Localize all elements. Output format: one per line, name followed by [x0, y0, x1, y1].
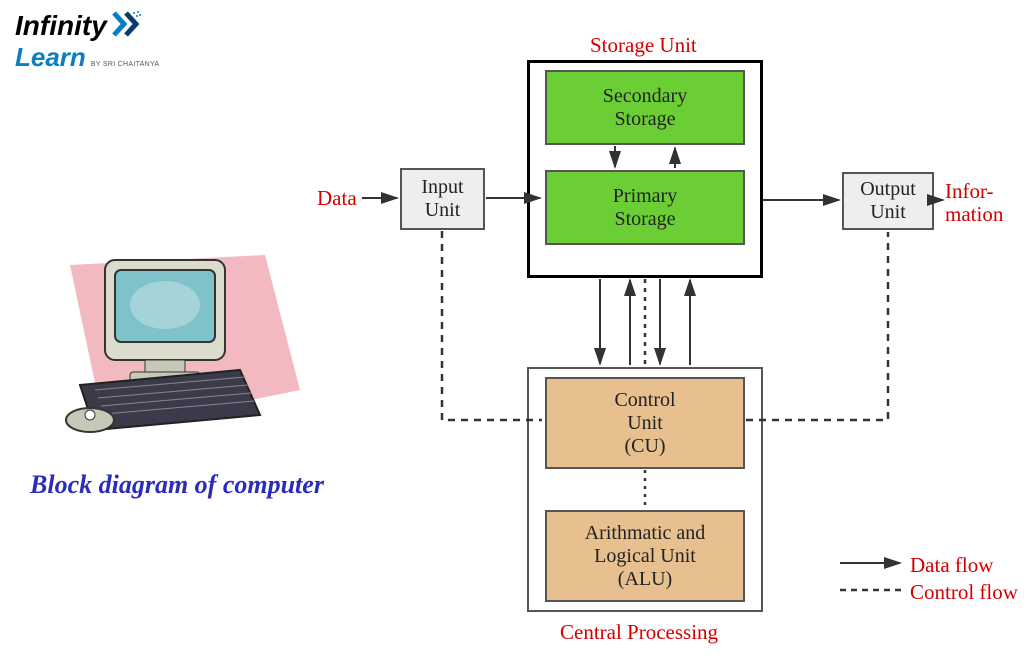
- diagram-caption: Block diagram of computer: [30, 470, 324, 500]
- dashed-cu-to-output: [746, 232, 888, 420]
- logo-tagline: BY SRI CHAITANYA: [91, 61, 160, 68]
- output-unit-box: Output Unit: [842, 172, 934, 230]
- chevron-icon: [112, 11, 142, 42]
- legend-data-flow-label: Data flow: [910, 553, 993, 578]
- cpu-title: Central Processing: [560, 620, 718, 645]
- alu-box: Arithmatic and Logical Unit (ALU): [545, 510, 745, 602]
- logo-text-learn: Learn: [15, 42, 86, 73]
- control-unit-box: Control Unit (CU): [545, 377, 745, 469]
- storage-unit-title: Storage Unit: [590, 33, 697, 58]
- data-label: Data: [317, 186, 357, 211]
- primary-storage-box: Primary Storage: [545, 170, 745, 245]
- brand-logo: Infinity Learn BY SRI CHAITANYA: [15, 10, 159, 73]
- logo-text-infinity: Infinity: [15, 10, 107, 42]
- legend-control-flow-label: Control flow: [910, 580, 1018, 605]
- information-label: Infor- mation: [945, 180, 1015, 226]
- computer-illustration: [50, 250, 310, 450]
- input-unit-box: Input Unit: [400, 168, 485, 230]
- secondary-storage-box: Secondary Storage: [545, 70, 745, 145]
